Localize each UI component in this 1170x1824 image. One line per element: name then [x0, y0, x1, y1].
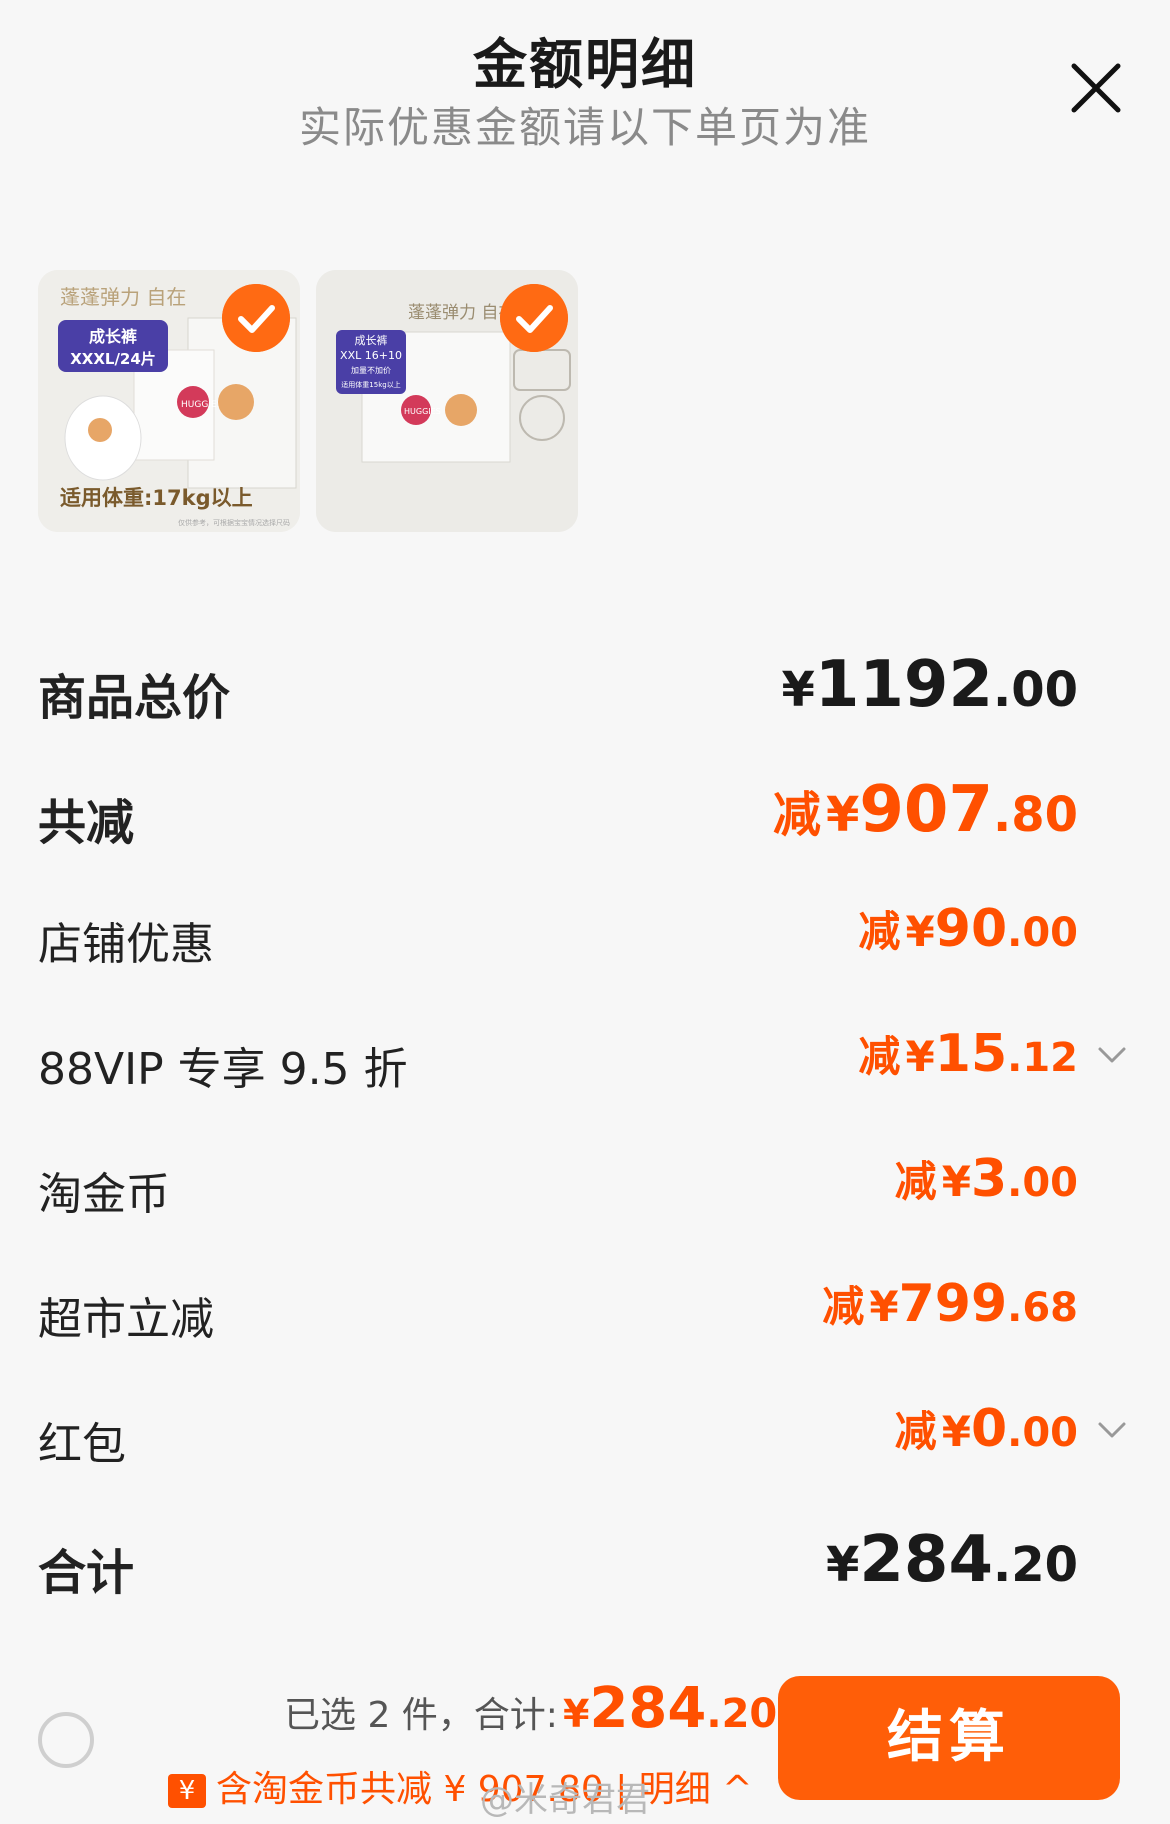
amount-integer: 799	[898, 1274, 1008, 1334]
row-label: 淘金币	[38, 1169, 170, 1220]
product-badge-line1: 成长裤	[355, 333, 388, 347]
row-value: ¥1192.00	[781, 648, 1078, 722]
amount-decimal: .00	[1007, 910, 1078, 956]
row-label: 商品总价	[38, 670, 231, 726]
row-taojinbi: 淘金币 减 ¥3.00	[38, 1138, 1130, 1228]
row-label: 88VIP 专享 9.5 折	[38, 1044, 408, 1095]
product-badge-line2: XXXL/24片	[70, 350, 156, 368]
row-value: 减 ¥90.00	[858, 898, 1078, 959]
checkout-button[interactable]: 结算	[778, 1676, 1120, 1800]
currency-symbol: ¥	[905, 907, 935, 956]
product-slogan: 蓬蓬弹力 自在	[60, 285, 186, 309]
row-value: 减 ¥15.12	[858, 1023, 1078, 1084]
product-thumbnail-1[interactable]: 蓬蓬弹力 自在 HUGGIES 成长裤 XXXL/24片 适用体重:17kg以上…	[38, 270, 300, 532]
currency-symbol: ¥	[563, 1692, 590, 1736]
selected-summary: 已选 2 件，合计: ¥284.20	[284, 1676, 777, 1741]
currency-symbol: ¥	[869, 1282, 899, 1331]
row-grand-total: 合计 ¥284.20	[38, 1513, 1130, 1603]
checkout-bar: 已选 2 件，合计: ¥284.20 ¥ 含淘金币共减 ¥ 907.80 | 明细…	[0, 1660, 1170, 1824]
row-label: 店铺优惠	[38, 919, 214, 970]
row-value: 减 ¥3.00	[895, 1148, 1078, 1209]
discount-prefix: 减	[822, 1282, 865, 1331]
discount-prefix: 减	[858, 907, 901, 956]
check-icon[interactable]	[222, 284, 290, 352]
savings-detail-link[interactable]: ¥ 含淘金币共减 ¥ 907.80 | 明细 ^	[168, 1760, 752, 1812]
row-88vip-discount[interactable]: 88VIP 专享 9.5 折 减 ¥15.12	[38, 1013, 1130, 1103]
product-weight-label: 适用体重:17kg以上	[60, 486, 253, 510]
amount-integer: 0	[970, 1399, 1008, 1459]
row-label: 合计	[38, 1545, 135, 1601]
row-value: 减 ¥0.00	[895, 1398, 1078, 1459]
currency-symbol: ¥	[941, 1407, 971, 1456]
page-subtitle: 实际优惠金额请以下单页为准	[298, 103, 871, 152]
brand-logo: HUGGIES	[181, 400, 223, 410]
chevron-down-icon[interactable]	[1094, 1037, 1130, 1073]
select-all-radio[interactable]	[38, 1712, 94, 1768]
amount-integer: 1192	[814, 648, 993, 722]
row-value: 减 ¥907.80	[773, 773, 1078, 847]
amount-decimal: .12	[1007, 1035, 1078, 1081]
amount-decimal: .00	[1007, 1160, 1078, 1206]
row-label: 超市立减	[38, 1294, 214, 1345]
amount-decimal: .20	[992, 1537, 1078, 1593]
discount-prefix: 减	[858, 1032, 901, 1081]
product-badge-line3: 加量不加价	[351, 365, 391, 375]
watermark: @米奇君君	[480, 1780, 650, 1820]
product-fine-print: 仅供参考，可根据宝宝情况选择尺码	[178, 518, 290, 527]
amount-decimal: .80	[992, 787, 1078, 843]
chevron-down-icon[interactable]	[1094, 1412, 1130, 1448]
amount-decimal: .00	[1007, 1410, 1078, 1456]
amount-integer: 284	[859, 1523, 993, 1597]
product-thumbnail-2[interactable]: 蓬蓬弹力 自在随心 HUGGIES 成长裤 XXL 16+10 加量不加价 适用…	[316, 270, 578, 532]
currency-symbol: ¥	[825, 787, 860, 843]
row-value: ¥284.20	[826, 1523, 1078, 1597]
row-subtotal: 商品总价 ¥1192.00	[38, 638, 1130, 728]
currency-symbol: ¥	[905, 1032, 935, 1081]
check-icon[interactable]	[500, 284, 568, 352]
product-badge-line2: XXL 16+10	[340, 349, 402, 362]
selected-count-label: 已选 2 件，合计:	[284, 1695, 558, 1736]
row-label: 共减	[38, 795, 135, 851]
amount-decimal: .00	[992, 662, 1078, 718]
header: 金额明细 实际优惠金额请以下单页为准	[0, 0, 1170, 160]
row-red-packet[interactable]: 红包 减 ¥0.00	[38, 1388, 1130, 1478]
amount-integer: 90	[934, 899, 1008, 959]
row-store-discount: 店铺优惠 减 ¥90.00	[38, 888, 1130, 978]
close-icon[interactable]	[1068, 60, 1124, 116]
amount-integer: 3	[970, 1149, 1008, 1209]
amount-integer: 907	[859, 773, 993, 847]
row-label: 红包	[38, 1419, 126, 1470]
amount-decimal: .68	[1007, 1285, 1078, 1331]
currency-symbol: ¥	[941, 1157, 971, 1206]
footer-total-decimal: .20	[706, 1691, 778, 1737]
footer-total-integer: 284	[589, 1676, 707, 1741]
product-badge-line4: 适用体重15kg以上	[341, 380, 400, 389]
discount-prefix: 减	[772, 787, 821, 843]
page-title: 金额明细	[473, 33, 697, 96]
currency-symbol: ¥	[781, 662, 815, 718]
amount-integer: 15	[934, 1024, 1008, 1084]
row-value: 减 ¥799.68	[822, 1273, 1078, 1334]
discount-prefix: 减	[894, 1157, 937, 1206]
coupon-icon: ¥	[168, 1774, 206, 1808]
row-total-discount: 共减 减 ¥907.80	[38, 763, 1130, 853]
currency-symbol: ¥	[825, 1537, 860, 1593]
product-badge-line1: 成长裤	[89, 327, 137, 346]
brand-logo: HUGGIES	[404, 407, 441, 416]
discount-prefix: 减	[894, 1407, 937, 1456]
row-supermarket-discount: 超市立减 减 ¥799.68	[38, 1263, 1130, 1353]
